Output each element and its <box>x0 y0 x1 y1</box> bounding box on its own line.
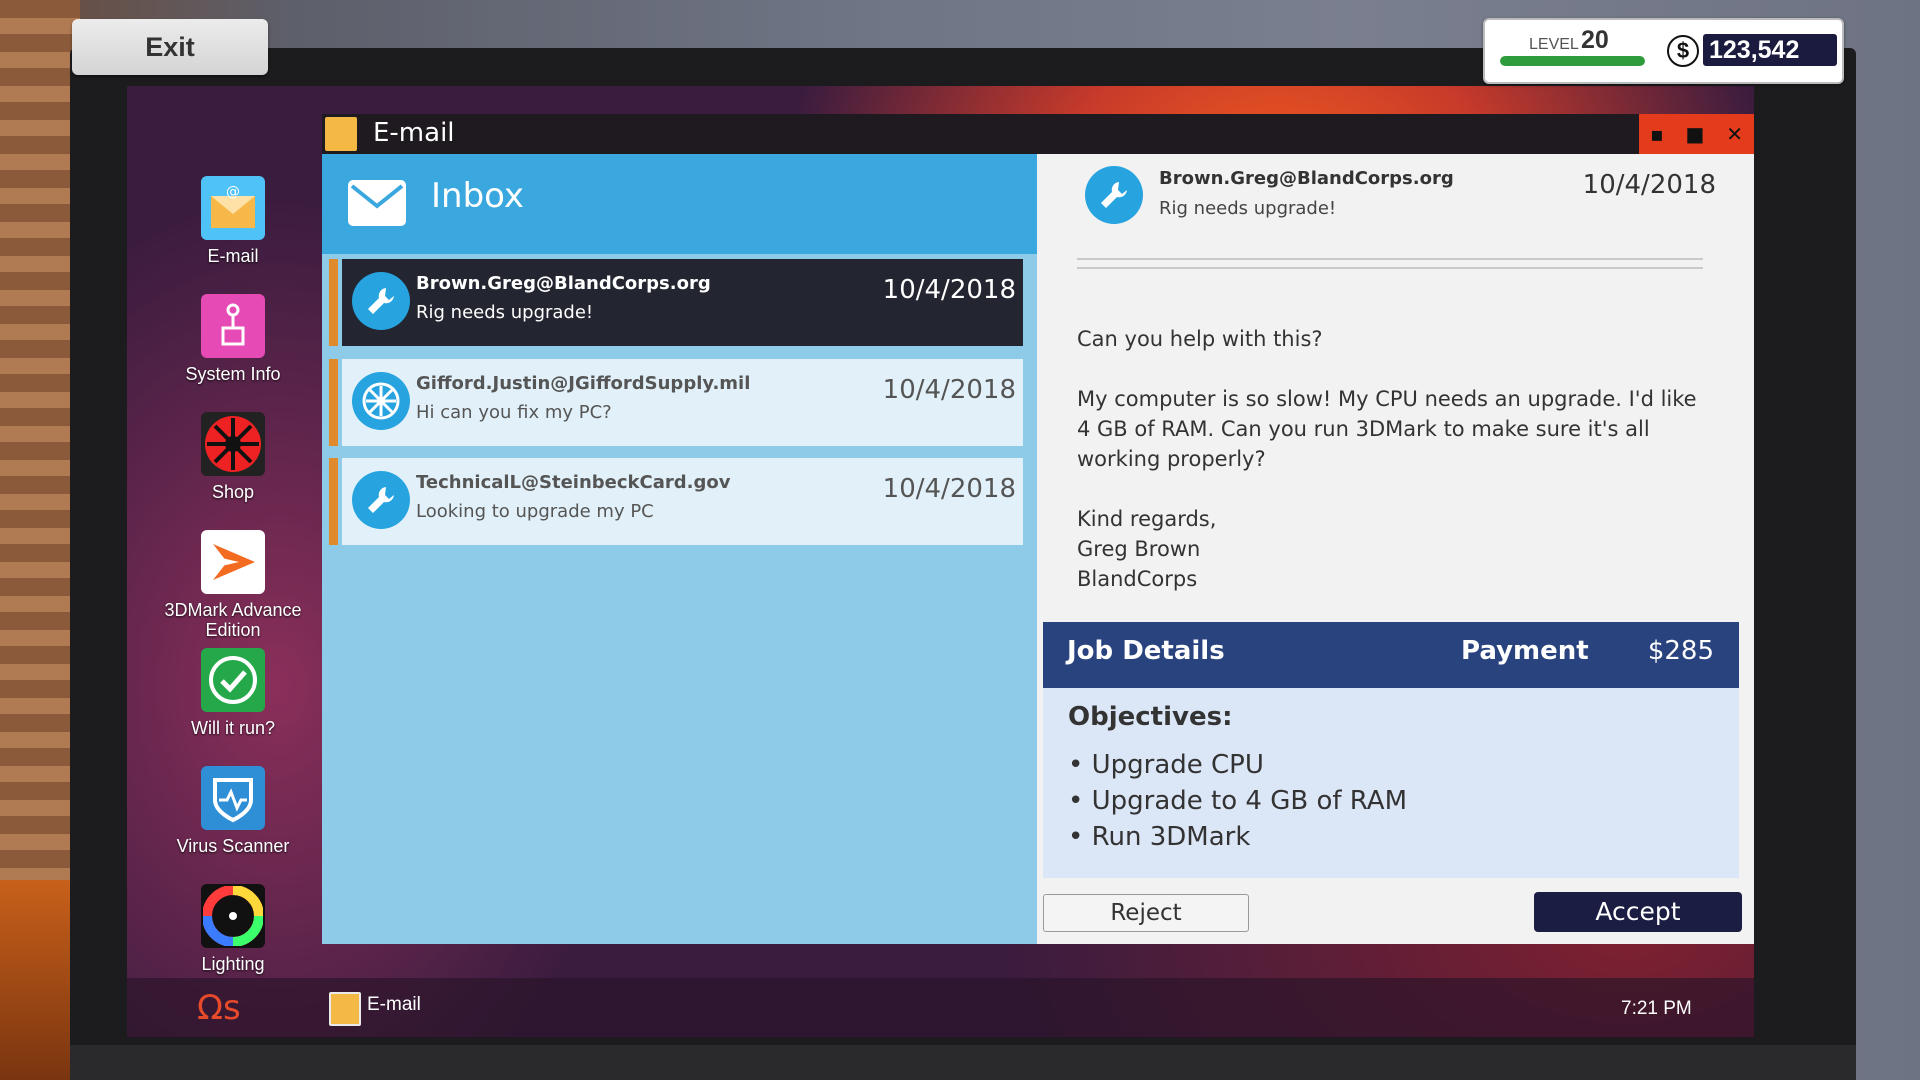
inbox-title: Inbox <box>431 176 525 216</box>
reader-sender: Brown.Greg@BlandCorps.org <box>1159 168 1454 189</box>
message-greeting: Can you help with this? <box>1077 327 1323 351</box>
job-details-title: Job Details <box>1067 636 1225 666</box>
message-date: 10/4/2018 <box>882 474 1016 504</box>
desktop-icon-virus-scanner[interactable]: Virus Scanner <box>158 766 308 856</box>
message-reader: Brown.Greg@BlandCorps.org Rig needs upgr… <box>1037 154 1754 944</box>
wrench-icon <box>352 471 410 529</box>
job-details-body: Objectives: • Upgrade CPU • Upgrade to 4… <box>1043 688 1739 878</box>
unread-marker <box>329 259 338 346</box>
level-label: LEVEL <box>1529 36 1579 53</box>
level-progress-fill <box>1500 56 1645 66</box>
accept-button[interactable]: Accept <box>1534 892 1742 932</box>
desktop-icon-email[interactable]: @ E-mail <box>158 176 308 266</box>
job-details-header: Job Details Payment $285 <box>1043 622 1739 688</box>
inbox-message-row[interactable]: Gifford.Justin@JGiffordSupply.mil Hi can… <box>329 359 1023 446</box>
window-controls: ▪ ■ ✕ <box>1639 114 1754 154</box>
close-button[interactable]: ✕ <box>1726 122 1743 146</box>
envelope-icon <box>348 180 406 226</box>
message-sender: Brown.Greg@BlandCorps.org <box>416 273 711 294</box>
shop-fan-icon <box>201 412 265 476</box>
level-progress-bar <box>1500 56 1645 66</box>
payment-label: Payment <box>1461 636 1589 666</box>
message-signature-name: Greg Brown <box>1077 537 1201 561</box>
email-window: E-mail ▪ ■ ✕ Inbox Brown.Greg@BlandCorps… <box>322 114 1754 944</box>
desktop-icon-3dmark[interactable]: 3DMark Advance Edition <box>158 530 308 640</box>
system-info-icon <box>201 294 265 358</box>
desktop-icon-shop[interactable]: Shop <box>158 412 308 502</box>
desktop-icon-label: Will it run? <box>190 718 275 738</box>
reader-date: 10/4/2018 <box>1582 170 1716 200</box>
unread-marker <box>329 359 338 446</box>
taskbar-clock: 7:21 PM <box>1621 998 1692 1019</box>
objective-item: • Upgrade CPU <box>1068 750 1264 780</box>
payment-value: $285 <box>1647 636 1714 666</box>
message-body: Can you help with this? My computer is s… <box>1077 324 1697 594</box>
player-hud: LEVEL 20 $ 123,542 <box>1483 18 1844 84</box>
message-signoff: Kind regards, <box>1077 507 1217 531</box>
exit-button[interactable]: Exit <box>72 19 268 75</box>
desktop-icon-label: E-mail <box>207 246 259 266</box>
desktop-icon-label-line2: Edition <box>205 620 261 640</box>
message-date: 10/4/2018 <box>882 375 1016 405</box>
message-paragraph: My computer is so slow! My CPU needs an … <box>1077 387 1697 471</box>
message-subject: Hi can you fix my PC? <box>416 402 612 423</box>
message-sender: Gifford.Justin@JGiffordSupply.mil <box>416 373 751 394</box>
desktop-icon-will-it-run[interactable]: Will it run? <box>158 648 308 738</box>
desktop-icon-label-line1: 3DMark Advance <box>164 600 302 620</box>
color-wheel-icon <box>201 884 265 948</box>
desktop-icon-system-info[interactable]: System Info <box>158 294 308 384</box>
desktop-icon-label: System Info <box>185 364 281 384</box>
message-date: 10/4/2018 <box>882 275 1016 305</box>
desktop-icon-label: Virus Scanner <box>176 836 290 856</box>
message-subject: Rig needs upgrade! <box>416 302 594 323</box>
inbox-pane: Inbox Brown.Greg@BlandCorps.org Rig need… <box>322 154 1037 944</box>
divider <box>1077 267 1703 269</box>
reject-button[interactable]: Reject <box>1043 894 1249 932</box>
inbox-message-row[interactable]: Brown.Greg@BlandCorps.org Rig needs upgr… <box>329 259 1023 346</box>
minimize-button[interactable]: ▪ <box>1650 122 1664 146</box>
email-icon: @ <box>201 176 265 240</box>
money-balance: 123,542 <box>1703 34 1837 66</box>
window-titlebar[interactable]: E-mail ▪ ■ ✕ <box>322 114 1754 154</box>
message-signature-company: BlandCorps <box>1077 567 1198 591</box>
objective-item: • Upgrade to 4 GB of RAM <box>1068 786 1408 816</box>
inbox-message-row[interactable]: TechnicalL@SteinbeckCard.gov Looking to … <box>329 458 1023 545</box>
shield-pulse-icon <box>201 766 265 830</box>
taskbar: Ωs E-mail 7:21 PM <box>127 978 1754 1038</box>
desktop-icon-label: Shop <box>211 482 255 502</box>
fan-icon <box>352 372 410 430</box>
dollar-icon: $ <box>1667 35 1699 67</box>
inbox-header: Inbox <box>322 154 1037 254</box>
divider <box>1077 258 1703 260</box>
taskbar-app-label[interactable]: E-mail <box>367 994 421 1016</box>
checkmark-icon <box>201 648 265 712</box>
reader-subject: Rig needs upgrade! <box>1159 198 1337 219</box>
message-subject: Looking to upgrade my PC <box>416 501 654 522</box>
level-value: 20 <box>1581 26 1609 54</box>
wrench-icon <box>1085 166 1143 224</box>
monitor-bezel-bottom <box>70 1045 1856 1080</box>
unread-marker <box>329 458 338 545</box>
os-start-logo[interactable]: Ωs <box>197 988 241 1028</box>
svg-text:@: @ <box>226 184 240 200</box>
email-icon <box>325 117 357 151</box>
3dmark-icon <box>201 530 265 594</box>
email-icon[interactable] <box>329 992 361 1026</box>
message-sender: TechnicalL@SteinbeckCard.gov <box>416 472 731 493</box>
background-furniture <box>0 880 80 1080</box>
objectives-heading: Objectives: <box>1068 702 1233 732</box>
wrench-icon <box>352 272 410 330</box>
desktop-icon-lighting[interactable]: Lighting <box>158 884 308 974</box>
window-title: E-mail <box>373 118 455 148</box>
desktop-icon-label: Lighting <box>201 954 265 974</box>
maximize-button[interactable]: ■ <box>1685 122 1704 146</box>
objective-item: • Run 3DMark <box>1068 822 1251 852</box>
